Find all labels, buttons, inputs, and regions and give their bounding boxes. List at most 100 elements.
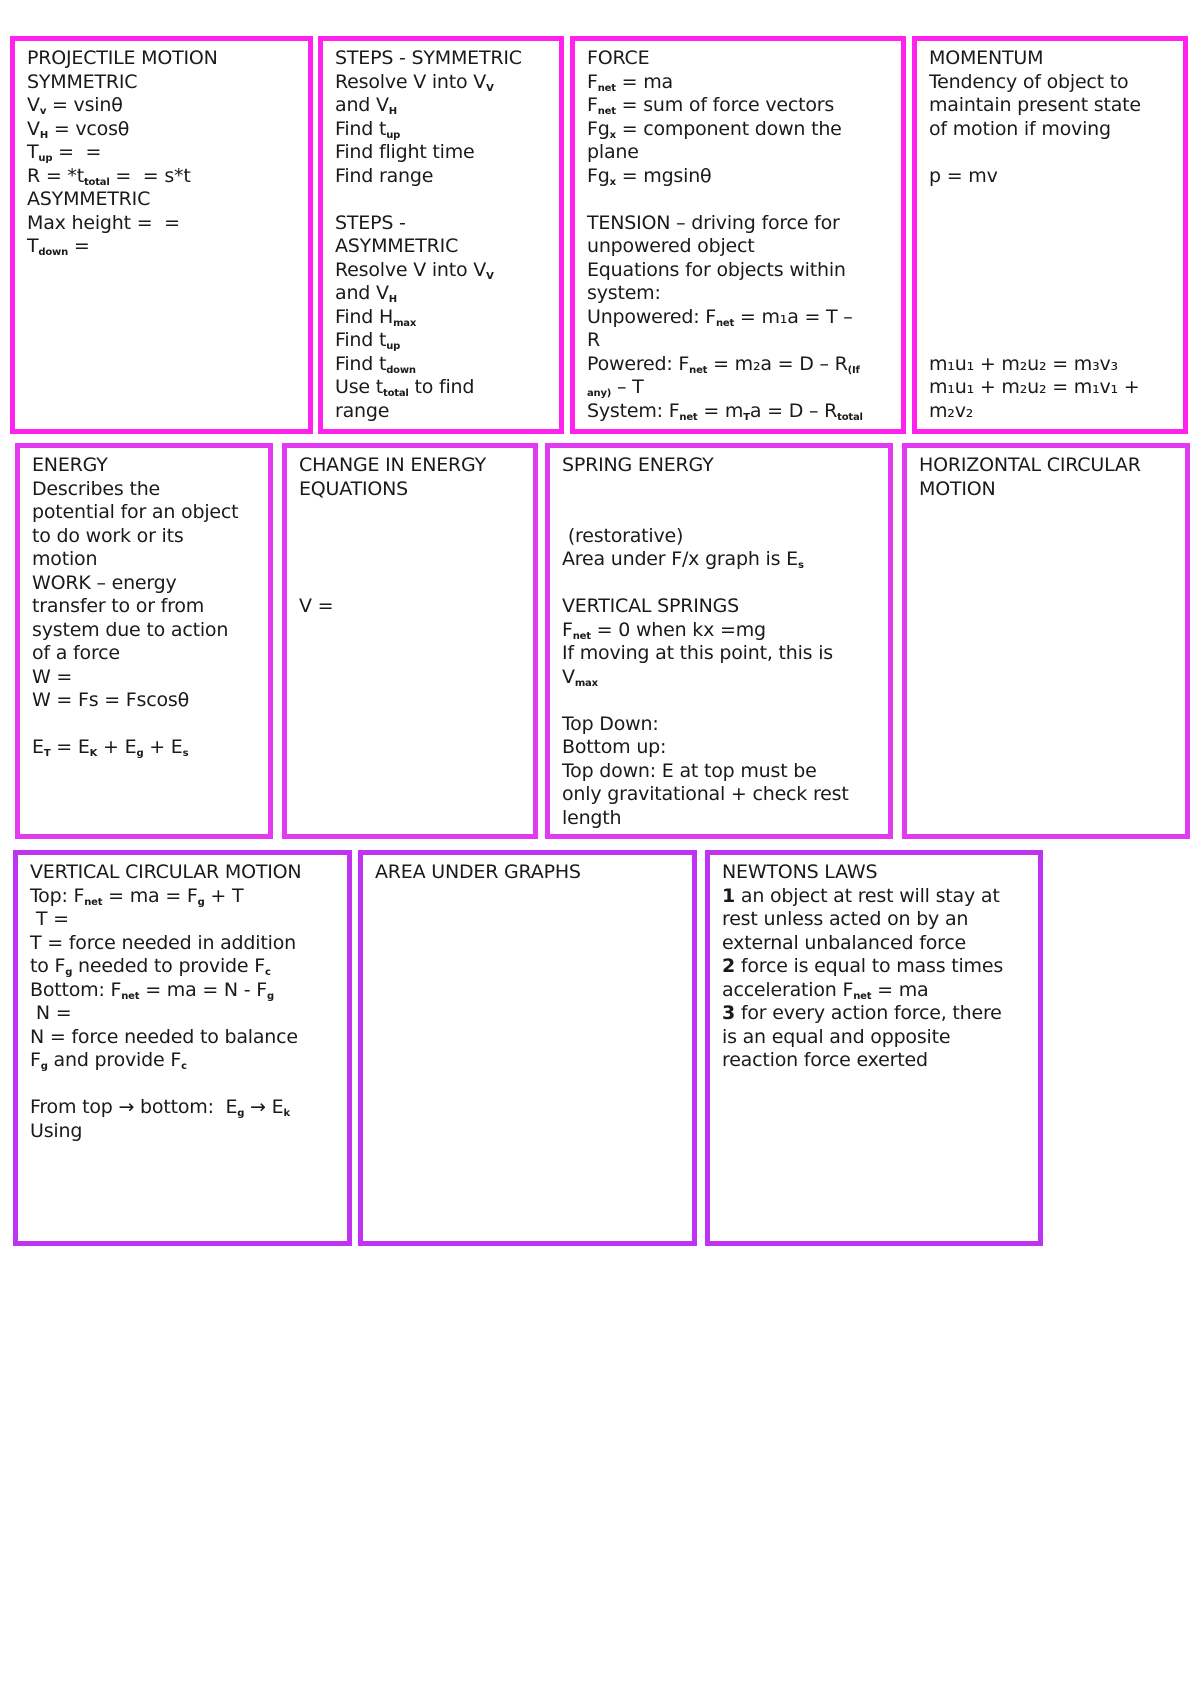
card-momentum: MOMENTUM Tendency of object to maintain pr…: [912, 36, 1188, 434]
card-title: ENERGY: [32, 454, 108, 476]
card-line: Fg and provide Fc: [30, 1049, 187, 1072]
card-line: m₂v₂: [929, 399, 974, 422]
card-line: maintain present state: [929, 94, 1141, 116]
subscript: down: [386, 364, 416, 376]
subscript: x: [609, 129, 616, 141]
subscript: g: [237, 1108, 245, 1119]
card-line: [299, 572, 521, 596]
subscript: net: [121, 990, 140, 1002]
card-line: TENSION – driving force for: [587, 211, 840, 234]
card-line: m₁u₁ + m₂u₂ = m₃v₃: [929, 352, 1118, 375]
card-line: [30, 1073, 335, 1097]
card-line: Find tdown: [335, 352, 416, 376]
card-line: Powered: Fnet = m₂a = D – R(If: [587, 352, 860, 376]
card-line: [562, 501, 876, 525]
card-title: NEWTONS LAWS: [722, 861, 878, 883]
card-line: Find tup: [335, 117, 401, 141]
card-line: 1 an object at rest will stay at: [722, 884, 1000, 907]
card-line: m₁u₁ + m₂u₂ = m₁v₁ +: [929, 376, 1140, 398]
card-title: PROJECTILE MOTION: [27, 47, 218, 69]
card-line: acceleration Fnet = ma: [722, 978, 929, 1002]
card-line: unpowered object: [587, 235, 755, 257]
subscript: max: [574, 677, 598, 689]
card-line: reaction force exerted: [722, 1049, 928, 1071]
card-title: AREA UNDER GRAPHS: [375, 861, 581, 883]
card-line: is an equal and opposite: [722, 1025, 951, 1048]
card-line: plane: [587, 141, 639, 163]
card-title: CHANGE IN ENERGY: [299, 454, 486, 476]
subscript: any): [587, 388, 612, 399]
subscript: g: [267, 990, 274, 1002]
card-line: N = force needed to balance: [30, 1025, 298, 1048]
card-line: Resolve V into VV: [335, 258, 494, 282]
card-line: Fnet = 0 when kx =mg: [562, 618, 766, 642]
card-line: Find Hmax: [335, 305, 417, 329]
card-line: Use ttotal to find: [335, 376, 475, 399]
card-line: length: [562, 806, 622, 829]
subscript: net: [597, 106, 616, 117]
card-line: [32, 713, 256, 737]
card-line: V =: [299, 595, 334, 617]
card-line: [929, 259, 1171, 283]
card-line: [929, 235, 1171, 259]
card-line: W =: [32, 665, 73, 688]
card-line: Fnet = ma: [587, 70, 673, 94]
subscript: total: [383, 388, 409, 399]
card-line: ASYMMETRIC: [27, 188, 151, 210]
card-line: of a force: [32, 642, 120, 664]
card-line: N =: [30, 1002, 72, 1024]
card-line: SYMMETRIC: [27, 70, 138, 93]
card-line: Tup = =: [27, 141, 102, 164]
card-line: WORK – energy: [32, 571, 177, 594]
card-line: R: [587, 329, 601, 351]
subscript: net: [572, 630, 591, 642]
card-line: ASYMMETRIC: [335, 235, 459, 257]
card-line: [562, 689, 876, 713]
card-line: STEPS -: [335, 211, 406, 234]
subscript: g: [136, 748, 144, 759]
card-line: Bottom: Fnet = ma = N - Fg: [30, 978, 274, 1002]
card-line: 3 for every action force, there: [722, 1002, 1002, 1024]
card-line: [562, 478, 876, 502]
card-line: [299, 548, 521, 572]
subscript: x: [609, 176, 616, 188]
subscript: net: [689, 364, 708, 376]
subscript: K: [89, 748, 98, 759]
card-line: Fgx = mgsinθ: [587, 164, 712, 188]
card-line: and VH: [335, 94, 397, 117]
subscript: H: [388, 294, 397, 305]
card-line: [929, 141, 1171, 165]
card-line: to Fg needed to provide Fc: [30, 955, 271, 978]
card-line: Top Down:: [562, 712, 659, 735]
law-number: 3: [722, 1002, 736, 1024]
subscript: (If: [847, 364, 860, 376]
subscript: T: [43, 748, 51, 759]
subscript: k: [283, 1108, 290, 1119]
law-number: 2: [722, 955, 736, 977]
card-line: [299, 525, 521, 549]
card-line: to do work or its: [32, 524, 184, 547]
card-line: p = mv: [929, 164, 998, 187]
card-line: [562, 572, 876, 596]
subscript: T: [743, 411, 750, 423]
card-line: R = *ttotal = = s*t: [27, 164, 191, 188]
card-projectile-motion: PROJECTILE MOTION SYMMETRIC Vv = vsinθ VH =…: [10, 36, 313, 434]
subscript: max: [393, 317, 417, 329]
subscript: net: [84, 896, 103, 908]
card-line: (restorative): [562, 524, 684, 547]
card-line: motion: [32, 548, 98, 570]
card-line: Find range: [335, 164, 434, 187]
card-line: Unpowered: Fnet = m₁a = T –: [587, 305, 853, 329]
subscript: V: [486, 270, 494, 282]
subscript: c: [181, 1061, 187, 1072]
card-line: external unbalanced force: [722, 931, 967, 954]
card-title: VERTICAL CIRCULAR MOTION: [30, 861, 302, 883]
card-line: only gravitational + check rest: [562, 783, 849, 805]
card-line: ET = EK + Eg + Es: [32, 736, 189, 759]
subscript: up: [38, 153, 53, 164]
card-line: Resolve V into VV: [335, 70, 494, 94]
card-line: system:: [587, 282, 661, 304]
subscript: V: [486, 82, 494, 94]
card-line: Area under F/x graph is Es: [562, 548, 804, 571]
card-line: 2 force is equal to mass times: [722, 955, 1004, 977]
